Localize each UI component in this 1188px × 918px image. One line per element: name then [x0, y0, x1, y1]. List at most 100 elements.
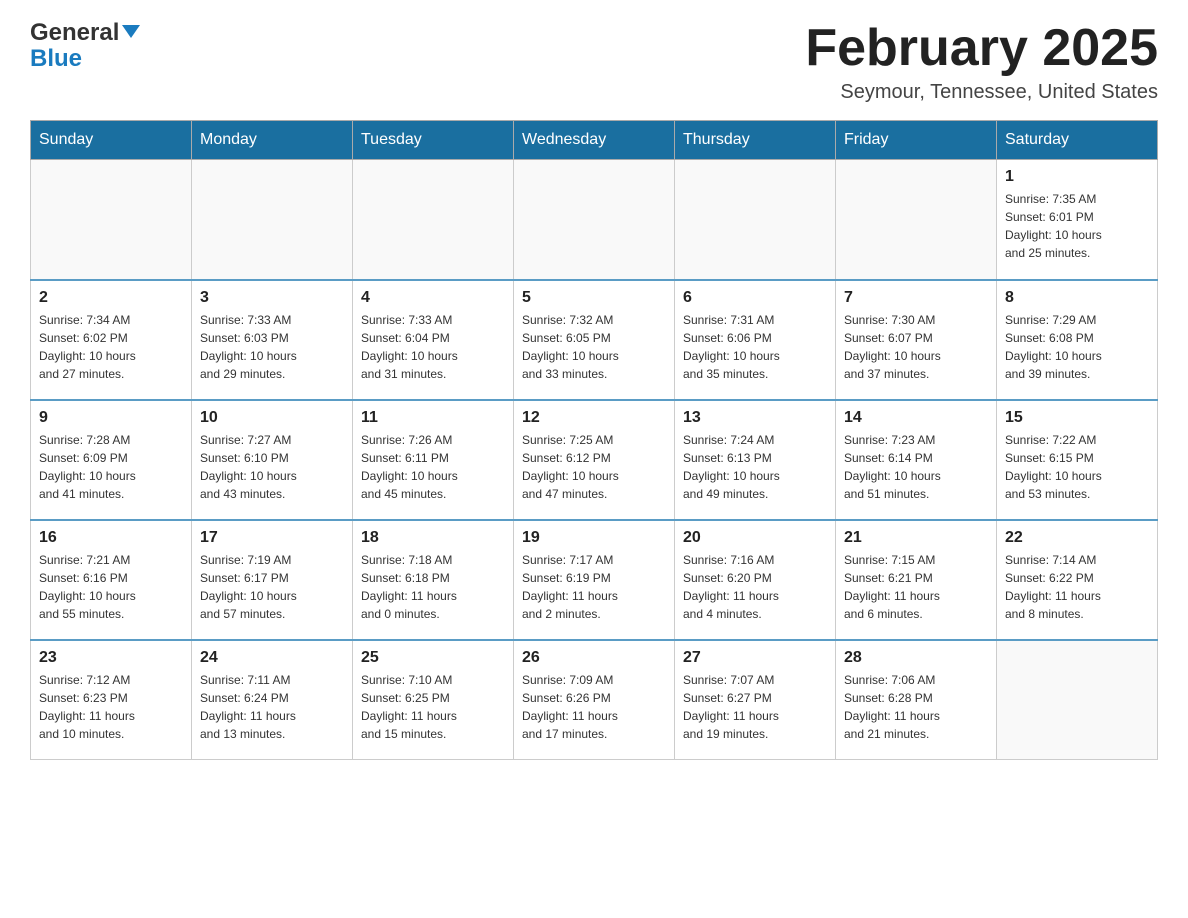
calendar-cell: 25 Sunrise: 7:10 AM Sunset: 6:25 PM Dayli… — [353, 640, 514, 760]
calendar-cell: 15Sunrise: 7:22 AM Sunset: 6:15 PM Dayli… — [997, 400, 1158, 520]
calendar-cell: 7Sunrise: 7:30 AM Sunset: 6:07 PM Daylig… — [836, 280, 997, 400]
day-number: 18 — [361, 529, 505, 547]
col-monday: Monday — [192, 121, 353, 160]
month-title: February 2025 — [805, 20, 1158, 77]
day-number: 2 — [39, 289, 183, 307]
col-sunday: Sunday — [31, 121, 192, 160]
calendar-cell: 18 Sunrise: 7:18 AM Sunset: 6:18 PM Dayli… — [353, 520, 514, 640]
calendar-cell: 13 Sunrise: 7:24 AM Sunset: 6:13 PM Dayli… — [675, 400, 836, 520]
col-tuesday: Tuesday — [353, 121, 514, 160]
day-info: Sunrise: 7:25 AM Sunset: 6:12 PM Dayligh… — [522, 431, 666, 503]
day-number: 13 — [683, 409, 827, 427]
calendar-cell: 14 Sunrise: 7:23 AM Sunset: 6:14 PM Dayli… — [836, 400, 997, 520]
day-number: 17 — [200, 529, 344, 547]
day-info: Sunrise: 7:16 AM Sunset: 6:20 PM Dayligh… — [683, 551, 827, 623]
day-info: Sunrise: 7:28 AM Sunset: 6:09 PM Dayligh… — [39, 431, 183, 503]
day-number: 27 — [683, 649, 827, 667]
day-info: Sunrise: 7:35 AM Sunset: 6:01 PM Dayligh… — [1005, 190, 1149, 262]
calendar-week-row: 9 Sunrise: 7:28 AM Sunset: 6:09 PM Daylig… — [31, 400, 1158, 520]
day-number: 10 — [200, 409, 344, 427]
calendar-body: 1 Sunrise: 7:35 AM Sunset: 6:01 PM Daylig… — [31, 160, 1158, 760]
calendar-header: Sunday Monday Tuesday Wednesday Thursday… — [31, 121, 1158, 160]
day-info: Sunrise: 7:09 AM Sunset: 6:26 PM Dayligh… — [522, 671, 666, 743]
calendar-cell — [31, 160, 192, 280]
day-number: 21 — [844, 529, 988, 547]
calendar-cell: 26 Sunrise: 7:09 AM Sunset: 6:26 PM Dayli… — [514, 640, 675, 760]
calendar-cell: 1 Sunrise: 7:35 AM Sunset: 6:01 PM Daylig… — [997, 160, 1158, 280]
day-info: Sunrise: 7:14 AM Sunset: 6:22 PM Dayligh… — [1005, 551, 1149, 623]
day-info: Sunrise: 7:23 AM Sunset: 6:14 PM Dayligh… — [844, 431, 988, 503]
weekday-header-row: Sunday Monday Tuesday Wednesday Thursday… — [31, 121, 1158, 160]
day-number: 8 — [1005, 289, 1149, 307]
calendar-cell: 17Sunrise: 7:19 AM Sunset: 6:17 PM Dayli… — [192, 520, 353, 640]
calendar-cell: 6 Sunrise: 7:31 AM Sunset: 6:06 PM Daylig… — [675, 280, 836, 400]
day-info: Sunrise: 7:31 AM Sunset: 6:06 PM Dayligh… — [683, 311, 827, 383]
calendar-cell: 8 Sunrise: 7:29 AM Sunset: 6:08 PM Daylig… — [997, 280, 1158, 400]
day-info: Sunrise: 7:33 AM Sunset: 6:03 PM Dayligh… — [200, 311, 344, 383]
day-number: 1 — [1005, 168, 1149, 186]
day-info: Sunrise: 7:32 AM Sunset: 6:05 PM Dayligh… — [522, 311, 666, 383]
calendar-week-row: 1 Sunrise: 7:35 AM Sunset: 6:01 PM Daylig… — [31, 160, 1158, 280]
logo-general: General — [30, 20, 140, 46]
calendar-cell: 2 Sunrise: 7:34 AM Sunset: 6:02 PM Daylig… — [31, 280, 192, 400]
day-info: Sunrise: 7:24 AM Sunset: 6:13 PM Dayligh… — [683, 431, 827, 503]
day-number: 14 — [844, 409, 988, 427]
calendar-cell — [997, 640, 1158, 760]
day-number: 11 — [361, 409, 505, 427]
day-number: 20 — [683, 529, 827, 547]
calendar-cell: 4 Sunrise: 7:33 AM Sunset: 6:04 PM Daylig… — [353, 280, 514, 400]
logo-triangle-icon — [122, 25, 140, 38]
day-number: 25 — [361, 649, 505, 667]
calendar-cell: 21Sunrise: 7:15 AM Sunset: 6:21 PM Dayli… — [836, 520, 997, 640]
day-number: 26 — [522, 649, 666, 667]
day-number: 6 — [683, 289, 827, 307]
calendar-cell: 27 Sunrise: 7:07 AM Sunset: 6:27 PM Dayli… — [675, 640, 836, 760]
day-info: Sunrise: 7:29 AM Sunset: 6:08 PM Dayligh… — [1005, 311, 1149, 383]
day-info: Sunrise: 7:21 AM Sunset: 6:16 PM Dayligh… — [39, 551, 183, 623]
day-info: Sunrise: 7:33 AM Sunset: 6:04 PM Dayligh… — [361, 311, 505, 383]
day-number: 12 — [522, 409, 666, 427]
day-number: 4 — [361, 289, 505, 307]
title-area: February 2025 Seymour, Tennessee, United… — [805, 20, 1158, 104]
calendar-cell — [192, 160, 353, 280]
day-number: 22 — [1005, 529, 1149, 547]
day-number: 15 — [1005, 409, 1149, 427]
calendar-cell: 10 Sunrise: 7:27 AM Sunset: 6:10 PM Dayli… — [192, 400, 353, 520]
day-info: Sunrise: 7:07 AM Sunset: 6:27 PM Dayligh… — [683, 671, 827, 743]
location-title: Seymour, Tennessee, United States — [805, 81, 1158, 104]
calendar-cell: 19Sunrise: 7:17 AM Sunset: 6:19 PM Dayli… — [514, 520, 675, 640]
calendar-cell: 22 Sunrise: 7:14 AM Sunset: 6:22 PM Dayli… — [997, 520, 1158, 640]
calendar-week-row: 16 Sunrise: 7:21 AM Sunset: 6:16 PM Dayli… — [31, 520, 1158, 640]
day-number: 23 — [39, 649, 183, 667]
calendar-cell: 16 Sunrise: 7:21 AM Sunset: 6:16 PM Dayli… — [31, 520, 192, 640]
calendar-cell: 23Sunrise: 7:12 AM Sunset: 6:23 PM Dayli… — [31, 640, 192, 760]
day-info: Sunrise: 7:18 AM Sunset: 6:18 PM Dayligh… — [361, 551, 505, 623]
calendar-cell — [836, 160, 997, 280]
logo-blue: Blue — [30, 46, 82, 72]
calendar-cell: 20 Sunrise: 7:16 AM Sunset: 6:20 PM Dayli… — [675, 520, 836, 640]
calendar-week-row: 2 Sunrise: 7:34 AM Sunset: 6:02 PM Daylig… — [31, 280, 1158, 400]
calendar-cell — [514, 160, 675, 280]
col-thursday: Thursday — [675, 121, 836, 160]
day-info: Sunrise: 7:10 AM Sunset: 6:25 PM Dayligh… — [361, 671, 505, 743]
page-header: General Blue February 2025 Seymour, Tenn… — [30, 20, 1158, 104]
day-info: Sunrise: 7:27 AM Sunset: 6:10 PM Dayligh… — [200, 431, 344, 503]
day-info: Sunrise: 7:34 AM Sunset: 6:02 PM Dayligh… — [39, 311, 183, 383]
calendar-cell: 11 Sunrise: 7:26 AM Sunset: 6:11 PM Dayli… — [353, 400, 514, 520]
col-wednesday: Wednesday — [514, 121, 675, 160]
day-number: 5 — [522, 289, 666, 307]
day-info: Sunrise: 7:17 AM Sunset: 6:19 PM Dayligh… — [522, 551, 666, 623]
day-number: 16 — [39, 529, 183, 547]
day-number: 24 — [200, 649, 344, 667]
calendar-cell: 24Sunrise: 7:11 AM Sunset: 6:24 PM Dayli… — [192, 640, 353, 760]
day-info: Sunrise: 7:06 AM Sunset: 6:28 PM Dayligh… — [844, 671, 988, 743]
day-number: 9 — [39, 409, 183, 427]
logo: General Blue — [30, 20, 140, 73]
day-number: 3 — [200, 289, 344, 307]
calendar-cell: 28 Sunrise: 7:06 AM Sunset: 6:28 PM Dayli… — [836, 640, 997, 760]
day-number: 28 — [844, 649, 988, 667]
day-number: 7 — [844, 289, 988, 307]
day-info: Sunrise: 7:26 AM Sunset: 6:11 PM Dayligh… — [361, 431, 505, 503]
calendar-cell: 9 Sunrise: 7:28 AM Sunset: 6:09 PM Daylig… — [31, 400, 192, 520]
calendar-cell — [353, 160, 514, 280]
